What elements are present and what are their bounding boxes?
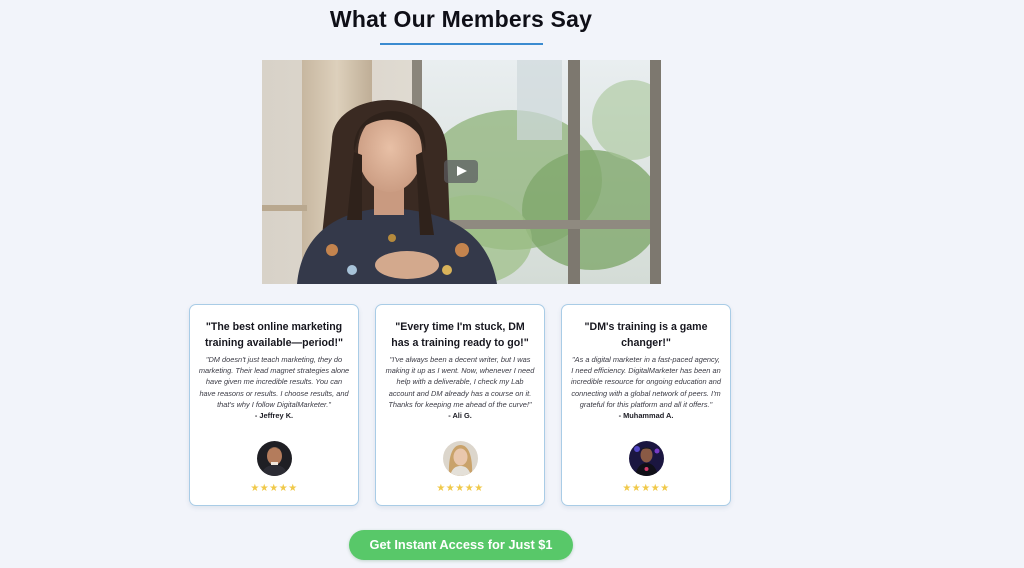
testimonial-card: "The best online marketing training avai… [189,304,359,506]
testimonial-author: - Jeffrey K. [254,411,294,421]
star-rating: ★★★★★ [250,483,298,494]
avatar [443,441,478,476]
star-rating: ★★★★★ [436,483,484,494]
testimonial-quote: "DM doesn't just teach marketing, they d… [198,354,350,421]
testimonial-headline: "The best online marketing training avai… [204,321,344,349]
avatar [629,441,664,476]
testimonial-headline: "DM's training is a game changer!" [584,321,708,349]
play-button[interactable] [444,160,478,183]
get-instant-access-button[interactable]: Get Instant Access for Just $1 [349,530,573,560]
testimonial-author: - Ali G. [448,411,472,421]
testimonial-headline: "Every time I'm stuck, DM has a training… [391,321,529,349]
testimonial-author: - Muhammad A. [618,411,674,421]
testimonial-quote: "As a digital marketer in a fast-paced a… [570,354,722,421]
title-underline [380,43,543,45]
testimonial-quote: "I've always been a decent writer, but I… [384,354,536,421]
star-rating: ★★★★★ [622,483,670,494]
testimonial-card: "Every time I'm stuck, DM has a training… [375,304,545,506]
testimonial-card: "DM's training is a game changer!" "As a… [561,304,731,506]
testimonials-page: What Our Members Say "The best online ma… [0,0,1024,568]
testimonial-quote-text: "I've always been a decent writer, but I… [385,355,535,409]
testimonial-quote-text: "As a digital marketer in a fast-paced a… [571,355,721,409]
section-title: What Our Members Say [329,6,593,32]
testimonial-quote-text: "DM doesn't just teach marketing, they d… [198,355,350,409]
avatar [257,441,292,476]
